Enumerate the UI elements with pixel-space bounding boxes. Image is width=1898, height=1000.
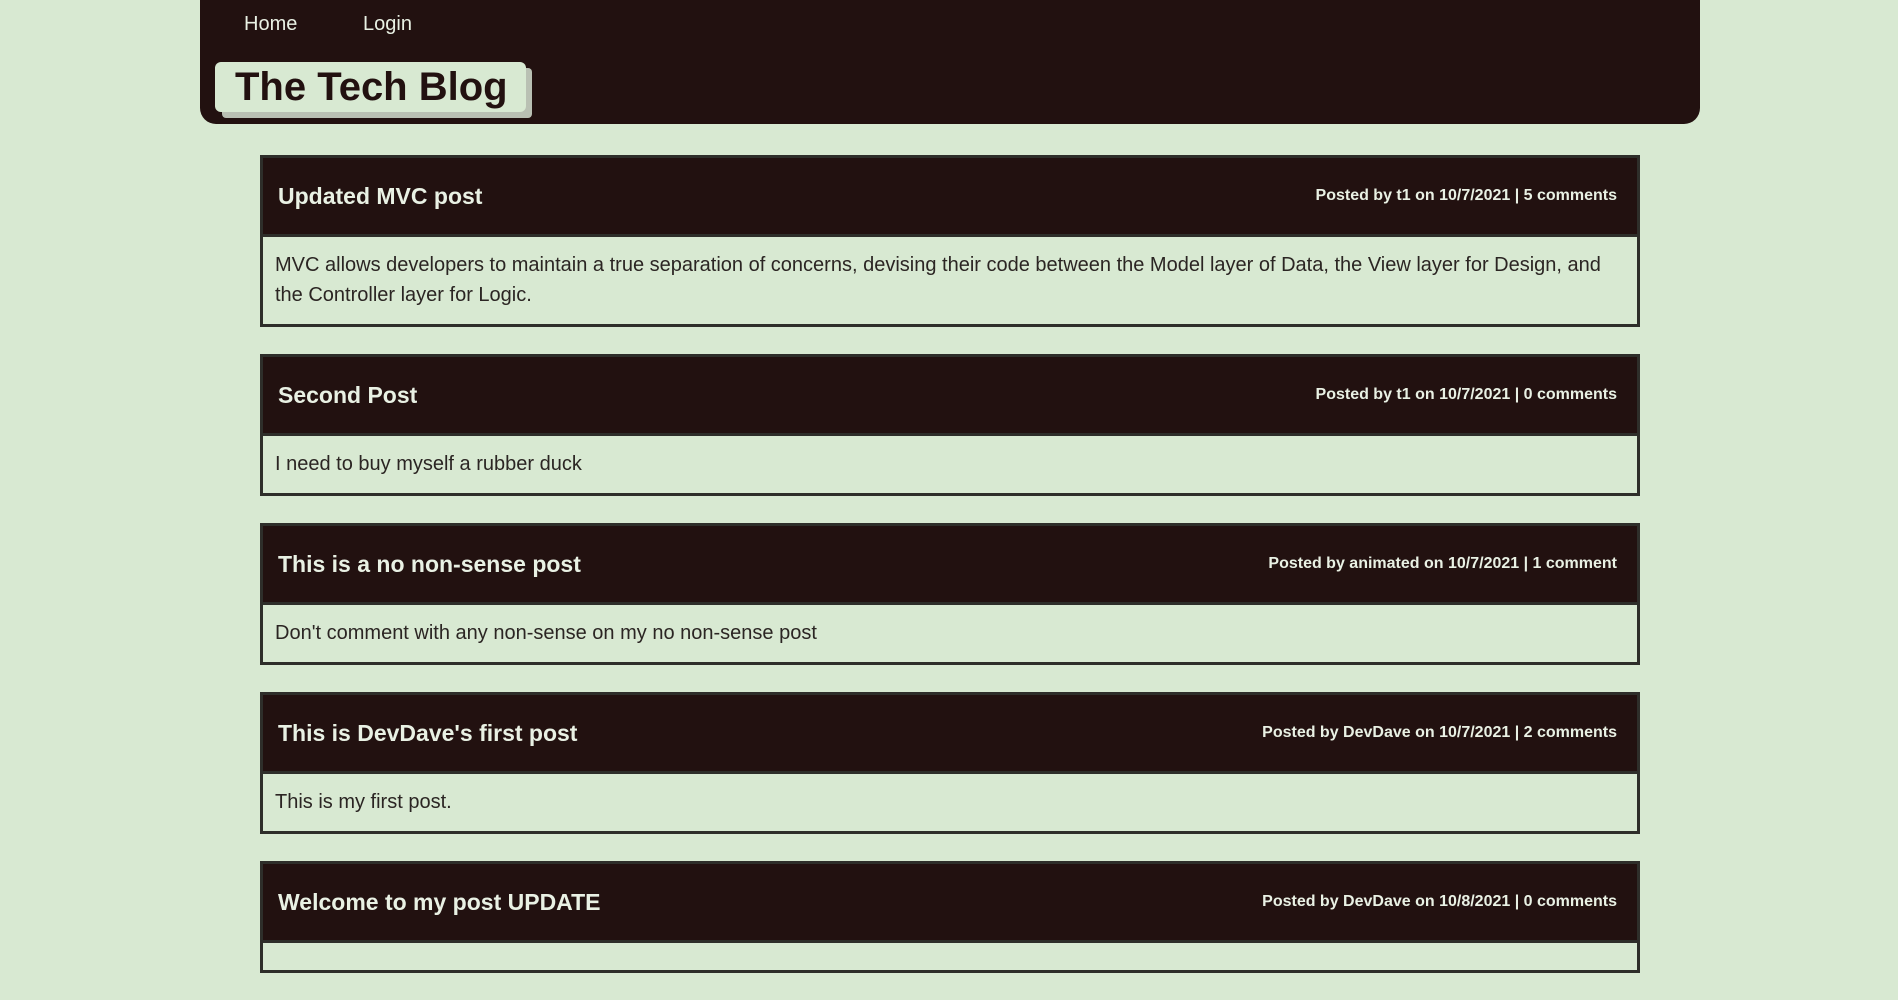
post-title[interactable]: Welcome to my post UPDATE (278, 889, 600, 916)
post-card: Welcome to my post UPDATE Posted by DevD… (260, 861, 1640, 973)
post-meta: Posted by DevDave on 10/8/2021 | 0 comme… (1262, 893, 1617, 910)
post-header: Updated MVC post Posted by t1 on 10/7/20… (263, 158, 1637, 237)
nav-home-link[interactable]: Home (244, 13, 297, 36)
post-card: Updated MVC post Posted by t1 on 10/7/20… (260, 155, 1640, 327)
post-title[interactable]: This is a no non-sense post (278, 551, 581, 578)
site-header: Home Login The Tech Blog (200, 0, 1700, 124)
site-title: The Tech Blog (235, 65, 508, 109)
post-card: This is DevDave's first post Posted by D… (260, 692, 1640, 834)
post-card: Second Post Posted by t1 on 10/7/2021 | … (260, 354, 1640, 496)
site-title-box: The Tech Blog (215, 62, 526, 112)
post-header: This is DevDave's first post Posted by D… (263, 695, 1637, 774)
post-header: This is a no non-sense post Posted by an… (263, 526, 1637, 605)
post-body: I need to buy myself a rubber duck (275, 453, 582, 475)
post-body (263, 943, 1637, 970)
post-card: This is a no non-sense post Posted by an… (260, 523, 1640, 665)
post-title[interactable]: This is DevDave's first post (278, 720, 577, 747)
post-header: Second Post Posted by t1 on 10/7/2021 | … (263, 357, 1637, 436)
post-title[interactable]: Second Post (278, 382, 417, 409)
post-meta: Posted by DevDave on 10/7/2021 | 2 comme… (1262, 724, 1617, 741)
post-header: Welcome to my post UPDATE Posted by DevD… (263, 864, 1637, 943)
post-meta: Posted by animated on 10/7/2021 | 1 comm… (1268, 555, 1617, 572)
post-list: Updated MVC post Posted by t1 on 10/7/20… (260, 155, 1640, 1000)
post-body: This is my first post. (275, 791, 452, 813)
post-title[interactable]: Updated MVC post (278, 183, 482, 210)
post-body: Don't comment with any non-sense on my n… (275, 622, 817, 644)
post-meta: Posted by t1 on 10/7/2021 | 0 comments (1315, 386, 1617, 403)
post-body: MVC allows developers to maintain a true… (275, 254, 1601, 306)
nav-login-link[interactable]: Login (363, 13, 412, 36)
post-meta: Posted by t1 on 10/7/2021 | 5 comments (1315, 187, 1617, 204)
